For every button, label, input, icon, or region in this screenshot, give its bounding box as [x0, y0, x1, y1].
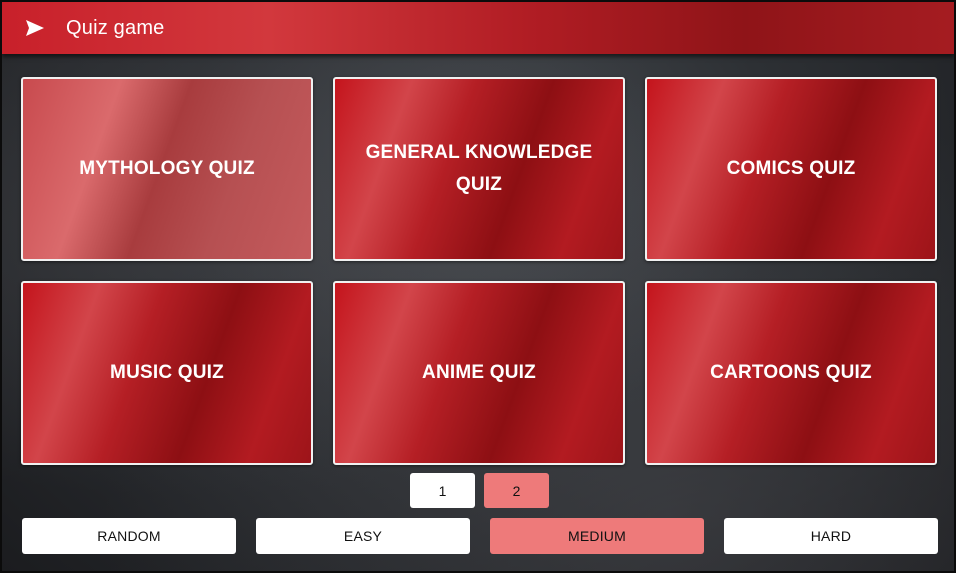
difficulty-random-button[interactable]: RANDOM — [22, 518, 236, 554]
quiz-card-label: MYTHOLOGY QUIZ — [79, 158, 255, 179]
quiz-card-music[interactable]: MUSIC QUIZ — [21, 281, 313, 465]
app-header: Quiz game — [2, 2, 954, 54]
quiz-card-mythology[interactable]: MYTHOLOGY QUIZ — [21, 77, 313, 261]
quiz-card-comics[interactable]: COMICS QUIZ — [645, 77, 937, 261]
quiz-card-cartoons[interactable]: CARTOONS QUIZ — [645, 281, 937, 465]
quiz-card-label: ANIME QUIZ — [422, 362, 536, 383]
difficulty-selector: RANDOM EASY MEDIUM HARD — [22, 518, 938, 554]
send-icon[interactable] — [24, 17, 46, 39]
quiz-card-general-knowledge[interactable]: GENERAL KNOWLEDGE QUIZ — [333, 77, 625, 261]
pagination: 1 2 — [410, 473, 549, 508]
quiz-card-label: MUSIC QUIZ — [110, 362, 224, 383]
quiz-grid: MYTHOLOGY QUIZ GENERAL KNOWLEDGE QUIZ CO… — [21, 77, 937, 465]
quiz-card-label: GENERAL KNOWLEDGE QUIZ — [365, 142, 593, 195]
quiz-card-anime[interactable]: ANIME QUIZ — [333, 281, 625, 465]
page-button-2[interactable]: 2 — [484, 473, 549, 508]
quiz-card-label: COMICS QUIZ — [726, 158, 856, 179]
difficulty-hard-button[interactable]: HARD — [724, 518, 938, 554]
app-title: Quiz game — [66, 16, 165, 39]
page-button-1[interactable]: 1 — [410, 473, 475, 508]
quiz-card-label: CARTOONS QUIZ — [710, 362, 872, 383]
quiz-app: Quiz game MYTHOLOGY QUIZ GENERAL KNOWLED… — [0, 0, 956, 573]
difficulty-easy-button[interactable]: EASY — [256, 518, 470, 554]
difficulty-medium-button[interactable]: MEDIUM — [490, 518, 704, 554]
